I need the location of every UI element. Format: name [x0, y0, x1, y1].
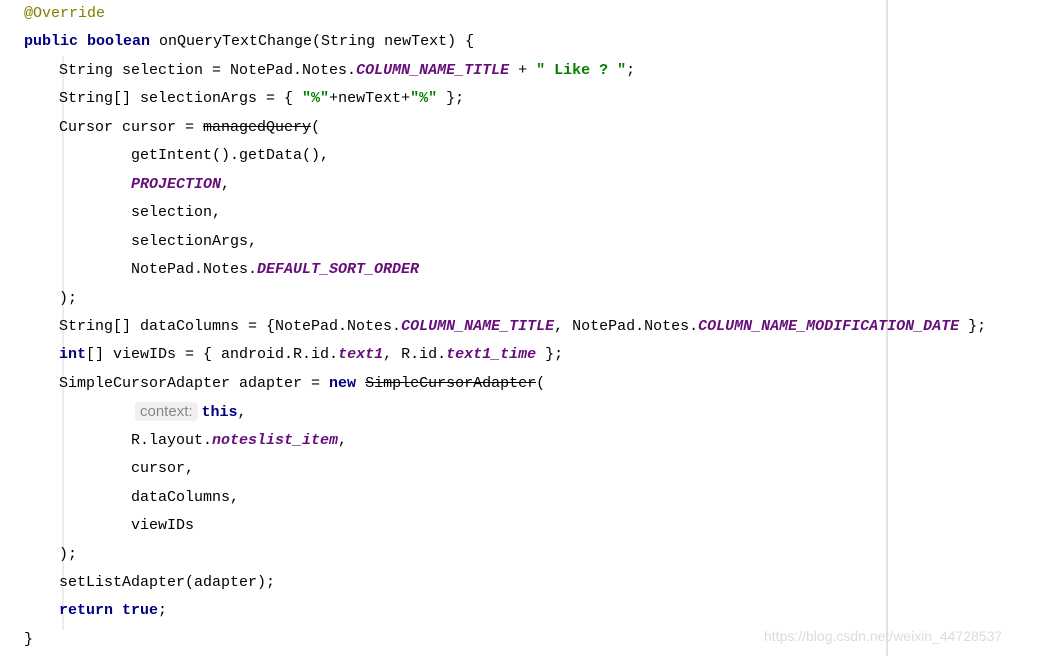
code-line[interactable]: PROJECTION,: [0, 171, 230, 199]
code-line[interactable]: );: [0, 541, 77, 569]
code-token: cursor,: [131, 460, 195, 478]
code-line[interactable]: selectionArgs,: [0, 228, 257, 256]
code-line[interactable]: }: [0, 626, 33, 654]
code-token: (: [311, 118, 321, 136]
code-token: );: [59, 289, 78, 307]
code-line[interactable]: selection,: [0, 199, 221, 227]
code-token: ,: [221, 175, 231, 193]
code-token: COLUMN_NAME_TITLE: [356, 61, 510, 79]
code-token: String[] selectionArgs = {: [59, 90, 303, 108]
code-token: COLUMN_NAME_MODIFICATION_DATE: [698, 317, 960, 335]
code-token: };: [959, 317, 987, 335]
code-line[interactable]: NotePad.Notes.DEFAULT_SORT_ORDER: [0, 256, 419, 284]
code-line[interactable]: dataColumns,: [0, 484, 239, 512]
code-token: noteslist_item: [212, 431, 339, 449]
code-token: int: [59, 346, 87, 364]
code-token: viewIDs: [131, 517, 195, 535]
code-token: setListAdapter(adapter);: [59, 574, 276, 591]
code-token: SimpleCursorAdapter: [365, 374, 537, 392]
code-token: String selection = NotePad.Notes.: [59, 61, 357, 79]
code-token: text1_time: [446, 346, 537, 364]
code-line[interactable]: R.layout.noteslist_item,: [0, 427, 347, 455]
code-line[interactable]: String[] dataColumns = {NotePad.Notes.CO…: [0, 313, 986, 341]
code-line[interactable]: return true;: [0, 597, 167, 625]
code-token: DEFAULT_SORT_ORDER: [257, 261, 420, 279]
code-token: , R.id.: [383, 346, 447, 364]
code-token: new: [329, 374, 357, 392]
code-token: return true: [59, 602, 159, 620]
code-line[interactable]: getIntent().getData(),: [0, 142, 329, 170]
code-token: dataColumns,: [131, 488, 240, 506]
code-token: +newText+: [329, 90, 411, 108]
code-token: PROJECTION: [131, 175, 222, 193]
code-token: text1: [338, 346, 384, 364]
code-token: "%": [302, 90, 330, 108]
code-token: ,: [237, 404, 247, 422]
code-line[interactable]: viewIDs: [0, 512, 194, 540]
code-token: };: [437, 90, 465, 108]
code-token: }: [24, 630, 34, 648]
code-token: [] viewIDs = { android.R.id.: [86, 346, 339, 364]
code-token: getIntent().getData(),: [131, 147, 330, 165]
code-line[interactable]: SimpleCursorAdapter adapter = new Simple…: [0, 370, 545, 398]
code-token: R.layout.: [131, 431, 213, 449]
code-line[interactable]: cursor,: [0, 455, 194, 483]
code-token: public boolean: [24, 33, 151, 51]
code-token: selectionArgs,: [131, 232, 258, 250]
code-token: };: [536, 346, 564, 364]
watermark: https://blog.csdn.net/weixin_44728537: [764, 628, 1003, 644]
code-token: (: [536, 374, 546, 392]
code-token: onQueryTextChange(String newText) {: [150, 33, 475, 51]
code-token: , NotePad.Notes.: [554, 317, 699, 335]
code-line[interactable]: String[] selectionArgs = { "%"+newText+"…: [0, 85, 464, 113]
code-token: String[] dataColumns = {NotePad.Notes.: [59, 317, 402, 335]
code-line[interactable]: setListAdapter(adapter);: [0, 569, 275, 597]
code-token: selection,: [131, 204, 222, 222]
code-token: ,: [338, 431, 348, 449]
code-line[interactable]: public boolean onQueryTextChange(String …: [0, 28, 474, 56]
code-line[interactable]: String selection = NotePad.Notes.COLUMN_…: [0, 57, 635, 85]
code-line[interactable]: int[] viewIDs = { android.R.id.text1, R.…: [0, 341, 563, 369]
code-token: +: [509, 61, 537, 79]
code-line[interactable]: Cursor cursor = managedQuery(: [0, 114, 320, 142]
code-line[interactable]: context: this,: [0, 398, 247, 426]
code-token: " Like ? ": [536, 61, 627, 79]
code-token: ;: [626, 61, 636, 79]
code-token: @Override: [24, 5, 106, 22]
code-line[interactable]: @Override: [0, 0, 105, 28]
code-token: NotePad.Notes.: [131, 261, 258, 279]
code-token: ;: [158, 602, 168, 620]
parameter-hint: context:: [135, 402, 198, 422]
code-token: COLUMN_NAME_TITLE: [401, 317, 555, 335]
code-token: this: [201, 404, 238, 422]
code-token: SimpleCursorAdapter adapter =: [59, 374, 330, 392]
code-token: Cursor cursor =: [59, 118, 204, 136]
code-line[interactable]: );: [0, 285, 77, 313]
code-token: );: [59, 545, 78, 563]
code-token: managedQuery: [203, 118, 312, 136]
code-token: "%": [410, 90, 438, 108]
